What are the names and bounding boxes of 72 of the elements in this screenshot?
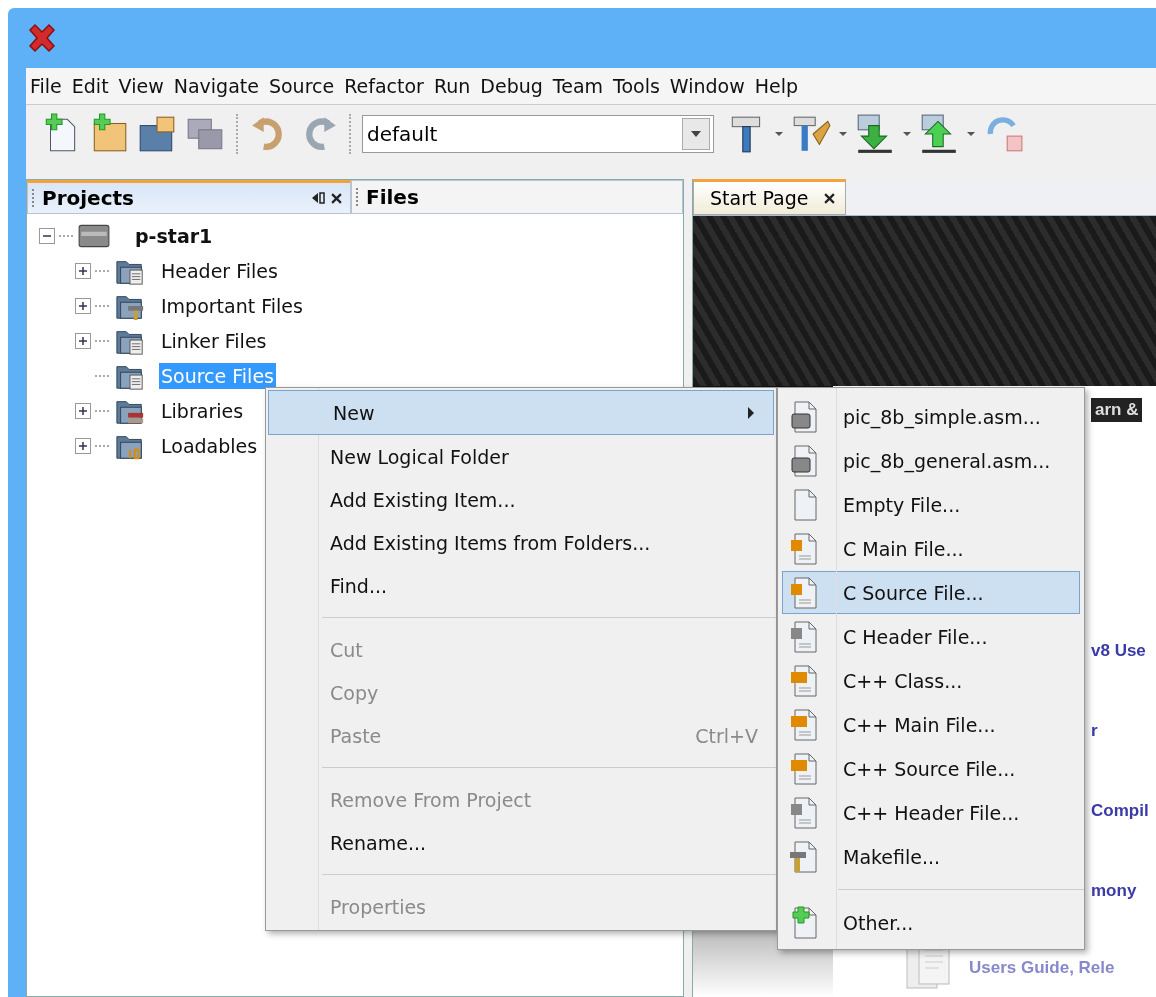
expand-icon[interactable] (75, 262, 91, 279)
menu-item[interactable]: pic_8b_general.asm... (782, 439, 1080, 482)
file-icon (789, 619, 819, 654)
expand-icon[interactable] (75, 332, 91, 349)
menu-item[interactable]: Tools (611, 72, 668, 104)
menu-item[interactable]: Other... (782, 901, 1080, 944)
expand-icon[interactable] (75, 402, 91, 419)
menu-item[interactable]: Debug (478, 72, 551, 104)
menu-item[interactable]: Team (550, 72, 612, 104)
menu-item[interactable]: Window (667, 72, 753, 104)
panel-tab[interactable]: Projects (27, 180, 351, 214)
menu-item[interactable]: Edit (69, 72, 117, 104)
expand-icon[interactable] (75, 437, 91, 454)
tree-item[interactable]: Linker Files (159, 327, 269, 354)
menu-item[interactable]: C++ Source File... (782, 747, 1080, 790)
expand-icon[interactable] (75, 297, 91, 314)
menu-item[interactable]: Makefile... (782, 835, 1080, 878)
menu-item[interactable]: C++ Header File... (782, 791, 1080, 834)
project-name[interactable]: p-star1 (133, 222, 215, 249)
menu-item[interactable]: C Source File... (782, 571, 1080, 614)
file-icon (789, 751, 819, 786)
plus-file-icon (789, 905, 819, 940)
configuration-dropdown[interactable]: default (362, 115, 714, 153)
panel-tab[interactable]: Files (351, 180, 683, 214)
menu-item[interactable]: Help (752, 72, 807, 104)
menu-item[interactable]: C++ Main File... (782, 703, 1080, 746)
menu-item[interactable]: Add Existing Item... (266, 478, 776, 521)
tree-item[interactable]: Important Files (159, 292, 305, 319)
file-icon (789, 575, 819, 610)
menu-item[interactable]: File (28, 72, 70, 104)
menu-item[interactable]: Source (266, 72, 343, 104)
hammer-file-icon (789, 839, 819, 874)
minimize-icon[interactable] (311, 191, 325, 205)
menu-item[interactable]: New (268, 390, 774, 435)
menu-item[interactable]: Rename... (266, 821, 776, 864)
close-icon[interactable] (824, 192, 836, 204)
menu-item[interactable]: New Logical Folder (266, 435, 776, 478)
tree-item[interactable]: Header Files (159, 257, 280, 284)
caret-icon[interactable] (902, 131, 912, 137)
close-icon[interactable] (331, 192, 342, 204)
link[interactable]: mony (1091, 881, 1137, 901)
caret-icon (690, 130, 702, 138)
link[interactable]: Compil (1091, 801, 1149, 821)
menu-item[interactable]: C Main File... (782, 527, 1080, 570)
tree-item[interactable]: Libraries (159, 397, 246, 424)
link[interactable]: v8 Use (1091, 641, 1146, 661)
file-icon (789, 663, 819, 698)
caret-icon[interactable] (838, 131, 848, 137)
file-icon (789, 795, 819, 830)
x-logo-icon (26, 22, 58, 54)
menu-item[interactable]: Refactor (342, 72, 432, 104)
menu-item[interactable]: Empty File... (782, 483, 1080, 526)
link[interactable]: r (1091, 721, 1098, 741)
menu-item[interactable]: Run (431, 72, 479, 104)
editor-tab[interactable]: Start Page (693, 179, 847, 215)
file-icon (789, 707, 819, 742)
chip-file-icon (789, 443, 819, 478)
collapse-icon[interactable] (39, 227, 55, 244)
chip-file-icon (789, 399, 819, 434)
menu-item[interactable]: View (116, 72, 172, 104)
menu-item[interactable]: C Header File... (782, 615, 1080, 658)
caret-icon[interactable] (966, 131, 976, 137)
file-icon (789, 531, 819, 566)
menu-item[interactable]: Navigate (171, 72, 267, 104)
menu-item[interactable]: Find... (266, 564, 776, 607)
banner-text: arn & (1091, 398, 1143, 422)
menu-item[interactable]: C++ Class... (782, 659, 1080, 702)
menu-item[interactable]: Add Existing Items from Folders... (266, 521, 776, 564)
caret-icon[interactable] (774, 131, 784, 137)
menu-item[interactable]: pic_8b_simple.asm... (782, 395, 1080, 438)
shortcut-text: Ctrl+V (695, 724, 758, 747)
tree-item[interactable]: Loadables (159, 432, 260, 459)
